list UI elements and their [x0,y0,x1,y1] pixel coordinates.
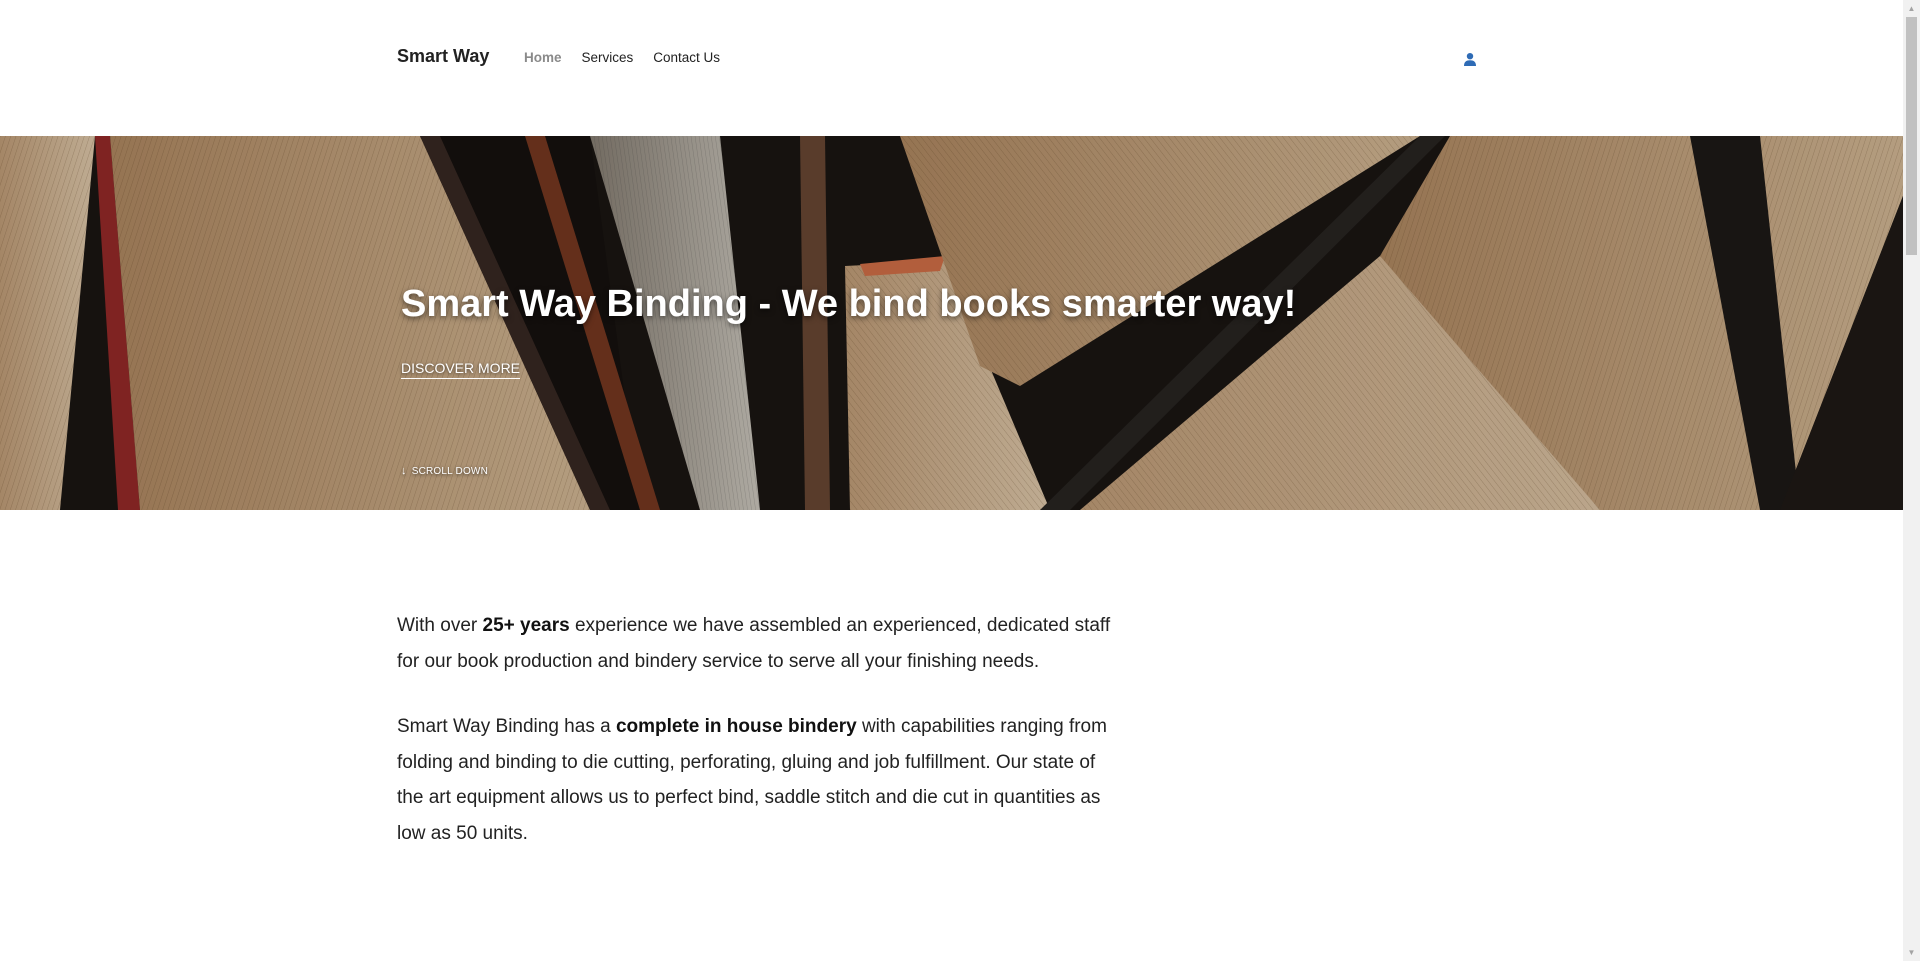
p1-text-start: With over [397,615,483,636]
arrow-down-icon: ↓ [401,465,407,477]
p2-text-start: Smart Way Binding has a [397,716,616,737]
main-nav: Home Services Contact Us [524,50,720,65]
discover-more-link[interactable]: DISCOVER MORE [401,360,521,379]
hero-title: Smart Way Binding - We bind books smarte… [401,283,1297,325]
vertical-scrollbar[interactable]: ▲ ▼ [1903,0,1920,961]
brand-logo[interactable]: Smart Way [397,46,489,67]
scroll-down-label: SCROLL DOWN [411,466,488,477]
intro-paragraph-2: Smart Way Binding has a complete in hous… [397,709,1117,851]
scroll-down-link[interactable]: ↓ SCROLL DOWN [401,465,488,477]
page: Smart Way Home Services Contact Us Smart… [0,0,1903,961]
scrollbar-thumb[interactable] [1906,17,1917,255]
p1-highlight: 25+ years [482,615,570,636]
intro-paragraph-1: With over 25+ years experience we have a… [397,608,1117,679]
intro-content: With over 25+ years experience we have a… [397,608,1117,881]
nav-contact-link[interactable]: Contact Us [653,50,720,65]
site-header: Smart Way Home Services Contact Us [0,0,1903,136]
scroll-down-arrow-icon[interactable]: ▼ [1903,944,1920,961]
nav-services-link[interactable]: Services [582,50,634,65]
user-icon[interactable] [1463,52,1477,66]
nav-home-link[interactable]: Home [524,50,562,65]
p2-highlight: complete in house bindery [615,716,857,737]
scroll-up-arrow-icon[interactable]: ▲ [1903,0,1920,17]
hero-banner: Smart Way Binding - We bind books smarte… [0,136,1903,510]
